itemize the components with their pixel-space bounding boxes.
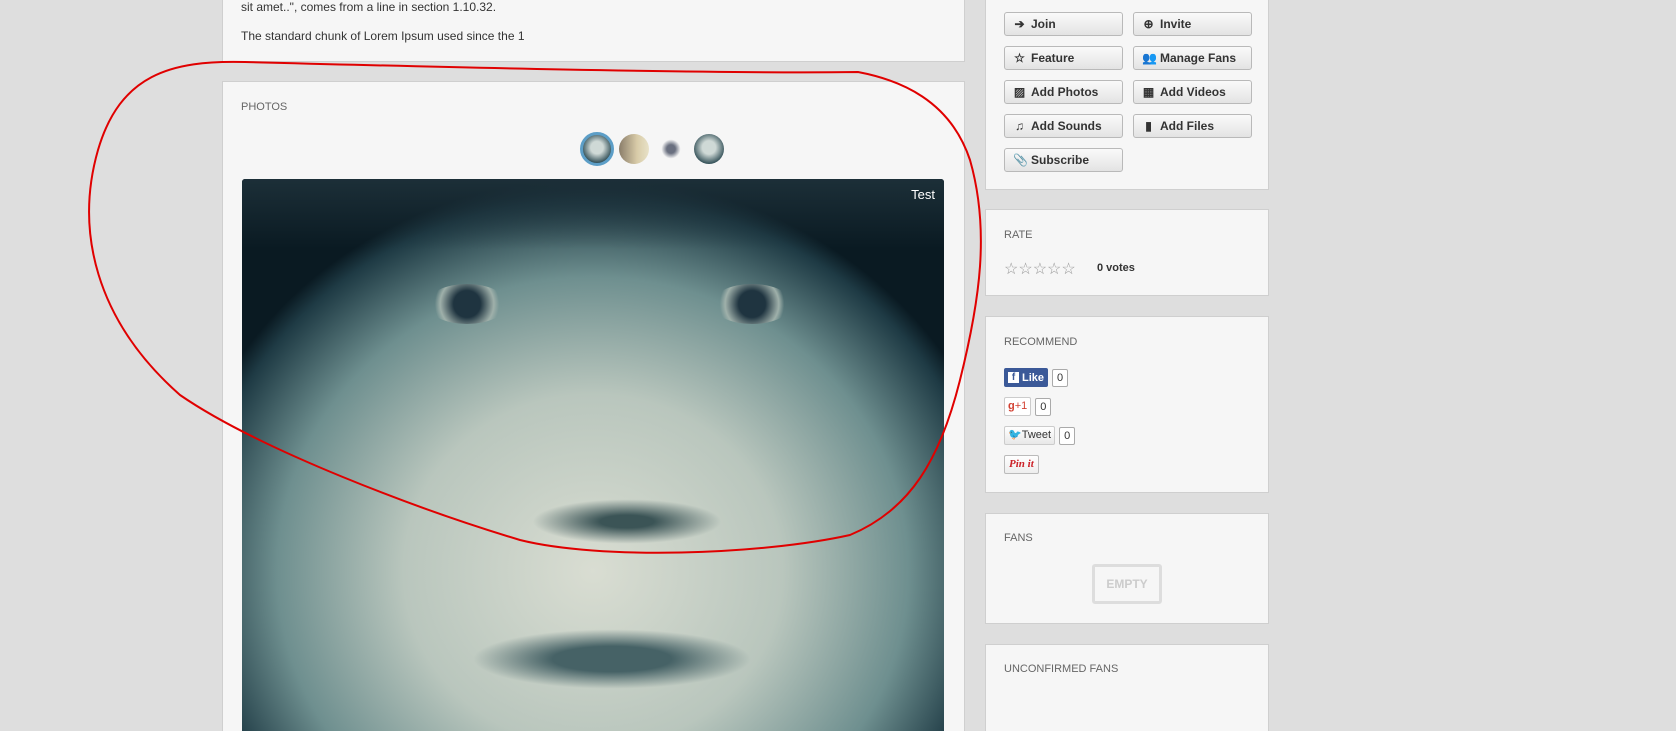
photo-thumbnail[interactable] bbox=[619, 134, 649, 164]
plus-circle-icon: ⊕ bbox=[1143, 17, 1154, 31]
feature-button[interactable]: ☆ Feature bbox=[1004, 46, 1123, 70]
photo-thumbnail[interactable] bbox=[580, 132, 614, 166]
article-text: sit amet..", comes from a line in sectio… bbox=[241, 0, 497, 14]
button-label: Manage Fans bbox=[1160, 51, 1237, 65]
facebook-like-button[interactable]: f Like bbox=[1004, 368, 1049, 387]
votes-count: 0 votes bbox=[1097, 262, 1135, 274]
photos-title: PHOTOS bbox=[241, 101, 288, 113]
gplus-label: +1 bbox=[1014, 400, 1028, 412]
unconfirmed-fans-panel bbox=[985, 644, 1269, 731]
tweet-label: Tweet bbox=[1021, 429, 1052, 441]
eye-right bbox=[712, 284, 792, 324]
rate-title: RATE bbox=[1004, 229, 1033, 241]
hair bbox=[242, 179, 944, 249]
floppy-icon: ▮ bbox=[1145, 119, 1152, 133]
nostrils bbox=[532, 499, 722, 544]
button-label: Invite bbox=[1160, 17, 1192, 31]
join-icon: ➔ bbox=[1014, 17, 1025, 31]
button-label: Add Videos bbox=[1160, 85, 1226, 99]
recommend-title: RECOMMEND bbox=[1004, 336, 1078, 348]
button-label: Join bbox=[1031, 17, 1056, 31]
button-label: Add Files bbox=[1160, 119, 1215, 133]
group-icon: 👥 bbox=[1142, 51, 1157, 65]
fans-title: FANS bbox=[1004, 532, 1033, 544]
join-button[interactable]: ➔ Join bbox=[1004, 12, 1123, 36]
add-files-button[interactable]: ▮ Add Files bbox=[1133, 114, 1252, 138]
button-label: Add Sounds bbox=[1031, 119, 1102, 133]
button-label: Feature bbox=[1031, 51, 1075, 65]
music-icon: ♫ bbox=[1015, 119, 1024, 133]
film-icon: ▦ bbox=[1142, 85, 1155, 99]
tweet-count: 0 bbox=[1059, 426, 1076, 445]
lips bbox=[472, 629, 752, 689]
add-videos-button[interactable]: ▦ Add Videos bbox=[1133, 80, 1252, 104]
picture-icon: ▨ bbox=[1013, 85, 1026, 99]
gplus-count: 0 bbox=[1035, 397, 1052, 416]
subscribe-button[interactable]: 📎 Subscribe bbox=[1004, 148, 1123, 172]
facebook-icon: f bbox=[1008, 372, 1019, 383]
article-text: The standard chunk of Lorem Ipsum used s… bbox=[241, 29, 525, 43]
add-sounds-button[interactable]: ♫ Add Sounds bbox=[1004, 114, 1123, 138]
unconfirmed-fans-title: UNCONFIRMED FANS bbox=[1004, 663, 1119, 675]
button-label: Add Photos bbox=[1031, 85, 1099, 99]
fans-empty-badge: EMPTY bbox=[1092, 564, 1162, 604]
photo-caption: Test bbox=[911, 187, 935, 202]
star-icon: ☆ bbox=[1014, 51, 1025, 65]
photo-thumbnail[interactable] bbox=[656, 134, 686, 164]
facebook-like[interactable]: f Like 0 bbox=[1004, 368, 1069, 387]
tweet-button[interactable]: 🐦Tweet bbox=[1004, 426, 1056, 445]
rating-stars[interactable]: ☆☆☆☆☆ bbox=[1004, 259, 1076, 279]
pin-it-button[interactable]: Pin it bbox=[1004, 455, 1039, 474]
manage-fans-button[interactable]: 👥 Manage Fans bbox=[1133, 46, 1252, 70]
invite-button[interactable]: ⊕ Invite bbox=[1133, 12, 1252, 36]
google-plus[interactable]: g+1 0 bbox=[1004, 397, 1052, 416]
add-photos-button[interactable]: ▨ Add Photos bbox=[1004, 80, 1123, 104]
main-photo[interactable]: Test bbox=[242, 179, 944, 731]
rate-panel bbox=[985, 209, 1269, 296]
paperclip-icon: 📎 bbox=[1013, 153, 1028, 167]
twitter-bird-icon: 🐦 bbox=[1008, 429, 1022, 441]
photo-thumbnail[interactable] bbox=[694, 134, 724, 164]
gplus-button[interactable]: g+1 bbox=[1004, 397, 1032, 416]
pinterest-pin[interactable]: Pin it bbox=[1004, 455, 1039, 474]
eye-left bbox=[427, 284, 507, 324]
like-label: Like bbox=[1022, 371, 1045, 384]
google-icon: g bbox=[1008, 400, 1015, 412]
like-count: 0 bbox=[1052, 368, 1069, 387]
twitter-tweet[interactable]: 🐦Tweet 0 bbox=[1004, 426, 1076, 445]
button-label: Subscribe bbox=[1031, 153, 1090, 167]
